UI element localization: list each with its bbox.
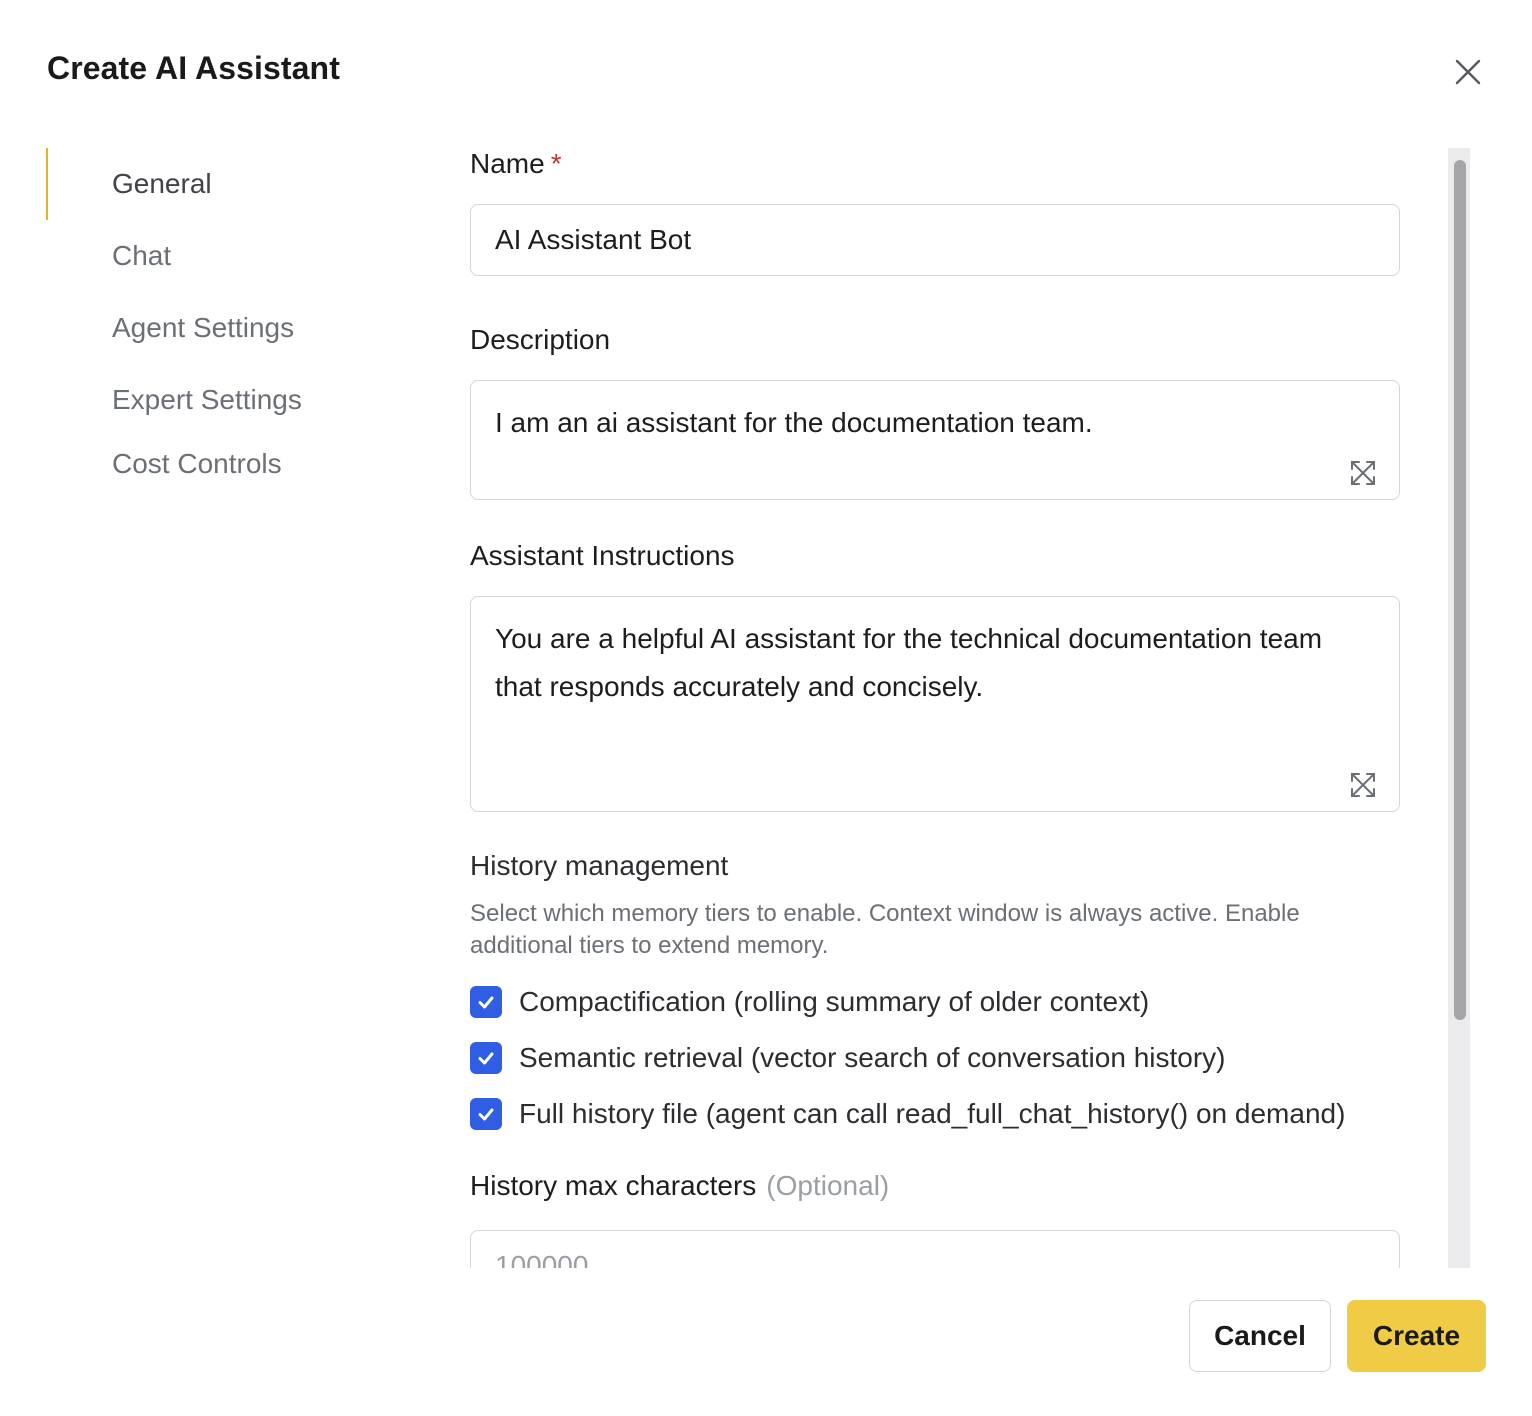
semantic-retrieval-label: Semantic retrieval (vector search of con… <box>519 1042 1226 1073</box>
option-full-history-file[interactable]: Full history file (agent can call read_f… <box>470 1086 1400 1142</box>
nav-item-label: Expert Settings <box>112 384 302 415</box>
history-max-input[interactable]: 100000 <box>470 1230 1400 1268</box>
instructions-textarea[interactable]: You are a helpful AI assistant for the t… <box>470 596 1400 812</box>
description-value: I am an ai assistant for the documentati… <box>495 407 1093 438</box>
history-heading: History management <box>470 850 729 881</box>
close-button[interactable] <box>1448 52 1488 92</box>
name-label-row: Name * <box>470 140 1400 188</box>
settings-nav: General Chat Agent Settings Expert Setti… <box>46 148 406 492</box>
form-content[interactable]: Name * AI Assistant Bot Description I am… <box>470 140 1400 1268</box>
create-assistant-dialog: Create AI Assistant General Chat Agent S… <box>0 0 1532 1416</box>
name-input[interactable]: AI Assistant Bot <box>470 204 1400 276</box>
instructions-label: Assistant Instructions <box>470 540 735 571</box>
nav-item-label: General <box>112 168 212 199</box>
history-max-label: History max characters <box>470 1170 757 1201</box>
full-history-file-label: Full history file (agent can call read_f… <box>519 1098 1346 1129</box>
cancel-button[interactable]: Cancel <box>1189 1300 1331 1372</box>
check-icon <box>478 1108 494 1121</box>
nav-item-general[interactable]: General <box>46 148 406 220</box>
name-label: Name <box>470 148 545 179</box>
history-hint: Select which memory tiers to enable. Con… <box>470 900 1300 959</box>
check-icon <box>478 996 494 1009</box>
expand-icon[interactable] <box>1349 771 1377 799</box>
nav-item-agent-settings[interactable]: Agent Settings <box>46 292 406 364</box>
nav-item-label: Cost Controls <box>112 448 282 479</box>
check-icon <box>478 1052 494 1065</box>
dialog-title: Create AI Assistant <box>47 50 340 86</box>
nav-item-label: Chat <box>112 240 172 271</box>
expand-icon[interactable] <box>1349 459 1377 487</box>
full-history-file-checkbox[interactable] <box>470 1098 502 1130</box>
nav-item-label: Agent Settings <box>112 312 295 343</box>
option-semantic-retrieval[interactable]: Semantic retrieval (vector search of con… <box>470 1030 1400 1086</box>
description-label: Description <box>470 324 611 355</box>
compactification-label: Compactification (rolling summary of old… <box>519 986 1150 1017</box>
name-input-value: AI Assistant Bot <box>495 224 692 255</box>
optional-tag: (Optional) <box>766 1170 890 1201</box>
option-compactification[interactable]: Compactification (rolling summary of old… <box>470 974 1400 1030</box>
scrollbar-thumb[interactable] <box>1454 160 1466 1020</box>
semantic-retrieval-checkbox[interactable] <box>470 1042 502 1074</box>
description-textarea[interactable]: I am an ai assistant for the documentati… <box>470 380 1400 500</box>
required-mark: * <box>550 148 562 179</box>
instructions-value: You are a helpful AI assistant for the t… <box>495 623 1323 702</box>
close-icon <box>1455 59 1481 85</box>
create-button[interactable]: Create <box>1347 1300 1486 1372</box>
compactification-checkbox[interactable] <box>470 986 502 1018</box>
nav-item-expert-settings[interactable]: Expert Settings <box>46 364 406 436</box>
nav-item-chat[interactable]: Chat <box>46 220 406 292</box>
nav-item-cost-controls[interactable]: Cost Controls <box>46 436 406 492</box>
history-max-placeholder: 100000 <box>495 1250 589 1268</box>
